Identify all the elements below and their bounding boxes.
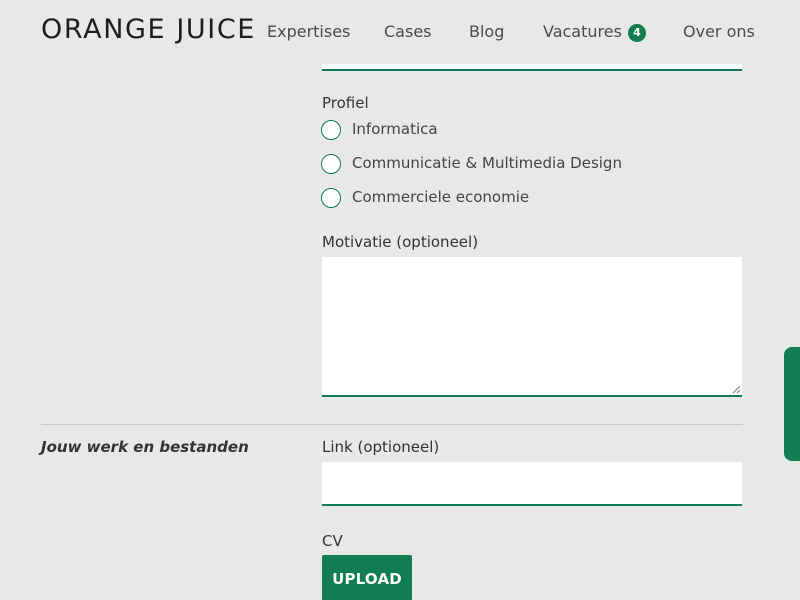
nav-item-vacatures-label: Vacatures (543, 22, 622, 41)
radio-label[interactable]: Informatica (352, 120, 438, 138)
link-label: Link (optioneel) (322, 438, 440, 456)
motivation-label: Motivatie (optioneel) (322, 233, 479, 251)
cv-label: CV (322, 532, 343, 550)
nav-item-over-ons[interactable]: Over ons (683, 22, 755, 41)
nav-item-vacatures[interactable]: Vacatures 4 (543, 22, 646, 42)
upload-button[interactable]: UPLOAD (322, 555, 412, 600)
scrollbar-thumb[interactable] (784, 347, 800, 461)
radio-button[interactable] (321, 188, 341, 208)
radio-label[interactable]: Communicatie & Multimedia Design (352, 154, 622, 172)
page: ORANGE JUICE Expertises Cases Blog Vacat… (0, 0, 800, 600)
nav-item-cases[interactable]: Cases (384, 22, 432, 41)
link-input[interactable] (322, 462, 742, 506)
site-header: ORANGE JUICE Expertises Cases Blog Vacat… (0, 0, 800, 64)
radio-label[interactable]: Commerciele economie (352, 188, 529, 206)
motivation-textarea[interactable] (322, 257, 742, 397)
radio-button[interactable] (321, 120, 341, 140)
radio-button[interactable] (321, 154, 341, 174)
section-divider (41, 424, 743, 425)
profile-label: Profiel (322, 94, 369, 112)
resize-grip-icon[interactable] (732, 385, 741, 394)
vacatures-count-badge: 4 (627, 24, 646, 42)
nav-item-expertises[interactable]: Expertises (267, 22, 350, 41)
nav-item-blog[interactable]: Blog (469, 22, 504, 41)
section-title-work-files: Jouw werk en bestanden (41, 438, 249, 456)
main-nav: Expertises Cases Blog Vacatures 4 Over on… (0, 22, 800, 44)
